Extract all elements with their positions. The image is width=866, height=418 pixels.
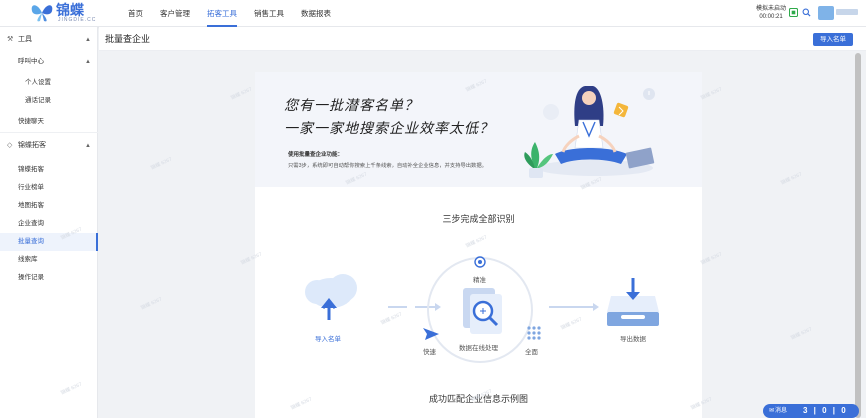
watermark: 锦蝶 6267 — [699, 86, 723, 102]
step-complete-label: 全面 — [525, 349, 538, 356]
call-status-text: 模拟未启动 — [756, 6, 787, 12]
call-status: 模拟未启动 00:00:21 — [756, 5, 786, 21]
nav-home[interactable]: 首页 — [128, 0, 143, 27]
sidebar-item-quick-chat[interactable]: 快捷聊天 — [0, 113, 98, 131]
watermark: 锦蝶 6267 — [139, 296, 163, 312]
nav-customers[interactable]: 客户管理 — [160, 0, 190, 27]
call-timer: 00:00:21 — [759, 14, 783, 20]
nav-reports[interactable]: 数据报表 — [301, 0, 331, 27]
process-flow-diagram — [305, 256, 659, 363]
messages-label: 消息 — [775, 408, 788, 414]
search-icon[interactable] — [802, 8, 811, 17]
sidebar-item-jingdie-prospecting[interactable]: 锦蝶拓客 — [0, 161, 98, 179]
logo[interactable]: 锦蝶 JINGDIE.CC — [30, 2, 100, 24]
message-icon: ✉ — [769, 408, 775, 414]
sidebar-item-personal-settings[interactable]: 个人设置 — [0, 74, 98, 92]
sidebar-divider — [0, 132, 98, 133]
step-center-label: 数据在线处理 — [459, 345, 498, 352]
watermark: 锦蝶 6267 — [229, 86, 253, 102]
diamond-icon: ◇ — [7, 142, 13, 149]
messages-count: 3 | 0 | 0 — [803, 406, 848, 415]
page-title: 批量查企业 — [105, 34, 151, 44]
butterfly-logo-icon — [31, 5, 53, 22]
watermark: 锦蝶 6267 — [789, 326, 813, 342]
import-list-button[interactable]: 导入名单 — [813, 33, 853, 46]
sidebar-item-lead-library[interactable]: 线索库 — [0, 251, 98, 269]
sidebar-item-call-center[interactable]: 呼叫中心 ▲ — [0, 53, 98, 71]
feature-description: 只需3步，系统即可自动帮你搜索上千条线索，自动补全企业信息，并支持导出数据。 — [288, 163, 487, 169]
tools-icon: ⚒ — [7, 36, 14, 43]
watermark: 锦蝶 6267 — [699, 251, 723, 267]
sidebar-item-map-prospecting[interactable]: 地图拓客 — [0, 197, 98, 215]
sidebar-item-batch-search[interactable]: 批量查询 — [0, 233, 98, 251]
sidebar-item-call-records[interactable]: 通话记录 — [0, 92, 98, 110]
caret-up-icon: ▲ — [85, 37, 91, 43]
caret-up-icon: ▲ — [85, 143, 91, 149]
caret-up-icon: ▲ — [85, 59, 91, 65]
meditating-person-illustration — [524, 86, 655, 178]
hero-slogan-2: 一家一家地搜索企业效率太低？ — [284, 121, 494, 137]
sidebar: ⚒ 工具 ▲ 呼叫中心 ▲ 个人设置 通话记录 快捷聊天 ◇ 锦蝶拓客 ▲ 锦蝶… — [0, 27, 98, 418]
nav-prospecting-tools[interactable]: 拓客工具 — [207, 0, 237, 27]
sidebar-item-company-search[interactable]: 企业查询 — [0, 215, 98, 233]
nav-sales-tools[interactable]: 销售工具 — [254, 0, 284, 27]
step-fast-label: 快速 — [423, 349, 436, 356]
sidebar-group-tools[interactable]: ⚒ 工具 ▲ — [0, 31, 98, 49]
sidebar-group-jingdie-prospecting[interactable]: ◇ 锦蝶拓客 ▲ — [0, 137, 98, 155]
watermark: 锦蝶 6267 — [149, 156, 173, 172]
step-precise-label: 精准 — [473, 277, 486, 284]
watermark: 锦蝶 6267 — [779, 171, 803, 187]
step-import-label: 导入名单 — [315, 336, 341, 343]
main-nav: 首页 客户管理 拓客工具 销售工具 数据报表 — [128, 0, 348, 27]
top-bar: 锦蝶 JINGDIE.CC 首页 客户管理 拓客工具 销售工具 数据报表 模拟未… — [0, 0, 866, 27]
messages-button[interactable]: ✉ 消息 3 | 0 | 0 — [763, 404, 859, 418]
match-example-title: 成功匹配企业信息示例图 — [428, 394, 528, 404]
feature-title: 使用批量查企业功能： — [288, 152, 344, 158]
sidebar-item-industry-list[interactable]: 行业榜单 — [0, 179, 98, 197]
hero-slogan-1: 您有一批潜客名单？ — [284, 98, 419, 114]
avatar[interactable] — [818, 6, 834, 20]
steps-title: 三步完成全部识别 — [442, 214, 515, 224]
scrollbar[interactable] — [855, 53, 861, 418]
step-export-label: 导出数据 — [620, 336, 646, 343]
user-name[interactable] — [836, 9, 858, 15]
phone-status-icon[interactable] — [789, 8, 798, 17]
sidebar-item-operation-log[interactable]: 操作记录 — [0, 269, 98, 287]
brand-name: 锦蝶 — [56, 2, 84, 18]
page-header: 批量查企业 导入名单 — [99, 27, 866, 51]
brand-sub: JINGDIE.CC — [58, 17, 97, 23]
